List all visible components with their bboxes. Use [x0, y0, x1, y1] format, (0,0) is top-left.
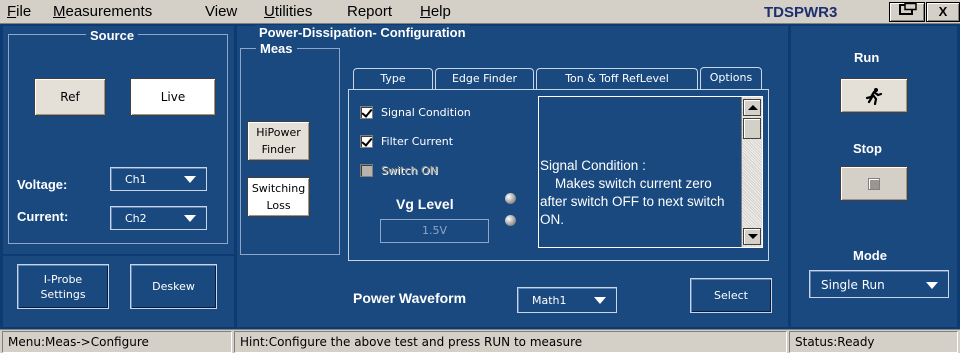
probe-panel: I-Probe Settings Deskew [3, 256, 234, 327]
menu-utilities-key: U [264, 3, 275, 20]
tab-options[interactable]: Options [700, 67, 762, 90]
live-button[interactable]: Live [130, 78, 216, 116]
current-label: Current: [17, 209, 69, 224]
power-waveform-value: Math1 [532, 294, 567, 307]
running-man-icon [865, 87, 883, 105]
vg-level-label: Vg Level [396, 196, 454, 212]
menu-help[interactable]: Help [420, 3, 451, 20]
status-hint: Hint:Configure the above test and press … [234, 331, 787, 353]
chevron-down-icon [594, 297, 606, 304]
tab-type[interactable]: Type [353, 68, 433, 89]
run-panel: Run Stop Mode Single Run [791, 26, 957, 327]
filter-current-checkbox[interactable] [360, 135, 373, 148]
menu-utilities-rest: tilities [274, 3, 313, 20]
menu-report[interactable]: Report [347, 3, 392, 20]
select-button[interactable]: Select [690, 278, 772, 313]
source-panel: Source Ref Live Voltage: Ch1 Current: Ch… [3, 26, 234, 254]
arrow-down-icon [748, 234, 758, 239]
signal-condition-checkbox[interactable] [360, 106, 373, 119]
current-dropdown[interactable]: Ch2 [110, 206, 207, 230]
chevron-down-icon [184, 176, 196, 183]
mode-title: Mode [853, 248, 887, 263]
description-text: Signal Condition : Makes switch current … [540, 158, 725, 227]
source-title: Source [86, 28, 139, 43]
menu-view-label: View [205, 3, 238, 20]
voltage-label: Voltage: [17, 177, 68, 192]
knob-icon [505, 215, 516, 226]
switching-loss-button[interactable]: Switching Loss [247, 177, 310, 217]
menu-bar: File Measurements View Utilities Report … [0, 0, 960, 24]
menu-measurements[interactable]: Measurements [53, 3, 152, 20]
close-button[interactable]: X [926, 2, 960, 22]
menu-help-rest: elp [430, 3, 451, 20]
voltage-value: Ch1 [125, 173, 147, 186]
filter-current-label: Filter Current [381, 135, 454, 148]
mode-value: Single Run [821, 278, 885, 292]
scroll-up-button[interactable] [743, 99, 761, 116]
menu-utilities[interactable]: Utilities [264, 3, 312, 20]
hipower-finder-button[interactable]: HiPower Finder [247, 121, 310, 161]
voltage-dropdown[interactable]: Ch1 [110, 167, 207, 191]
chevron-down-icon [184, 215, 196, 222]
scroll-down-button[interactable] [743, 228, 761, 245]
check-icon [361, 106, 373, 118]
switch-on-label: Switch ON [381, 164, 438, 177]
mode-dropdown[interactable]: Single Run [809, 270, 949, 298]
ref-button[interactable]: Ref [34, 78, 106, 116]
menu-file-key: F [7, 3, 17, 20]
switch-on-checkbox[interactable] [360, 164, 373, 177]
stop-icon [868, 177, 880, 190]
stop-button[interactable] [840, 166, 908, 201]
meas-title: Meas [256, 41, 297, 56]
menu-measurements-rest: easurements [65, 3, 153, 20]
check-icon [361, 135, 373, 147]
vg-level-input[interactable]: 1.5V [380, 219, 489, 243]
menu-file-rest: ile [16, 3, 32, 20]
options-tab-body: Signal Condition Filter Current Switch O… [348, 89, 769, 261]
config-panel: Power-Dissipation- Configuration Meas Hi… [237, 25, 788, 327]
tab-ton-toff-reflevel[interactable]: Ton & Toff RefLevel [536, 68, 698, 89]
current-value: Ch2 [125, 212, 147, 225]
config-title: Power-Dissipation- Configuration [255, 25, 470, 40]
menu-view[interactable]: View [205, 3, 237, 20]
status-menu-path: Menu:Meas->Configure [2, 331, 232, 353]
app-title: TDSPWR3 [764, 4, 838, 21]
status-bar: Menu:Meas->Configure Hint:Configure the … [0, 329, 960, 353]
signal-condition-label: Signal Condition [381, 106, 471, 119]
restore-button[interactable] [889, 2, 925, 22]
restore-icon [899, 2, 917, 15]
menu-help-key: H [420, 3, 431, 20]
menu-file[interactable]: File [7, 3, 31, 20]
knob-icon [505, 193, 516, 204]
menu-report-label: Report [347, 3, 393, 20]
main-panel: Source Ref Live Voltage: Ch1 Current: Ch… [0, 24, 960, 329]
run-button[interactable] [840, 78, 908, 113]
stop-title: Stop [853, 141, 882, 156]
power-waveform-label: Power Waveform [353, 290, 467, 306]
menu-measurements-key: M [53, 3, 66, 20]
tab-edge-finder[interactable]: Edge Finder [435, 68, 534, 89]
iprobe-settings-button[interactable]: I-Probe Settings [17, 264, 109, 309]
chevron-down-icon [926, 282, 938, 289]
description-scrollbar[interactable] [741, 97, 762, 247]
run-title: Run [854, 50, 880, 65]
scroll-thumb[interactable] [743, 118, 761, 139]
description-box: Signal Condition : Makes switch current … [538, 96, 763, 248]
arrow-up-icon [748, 105, 758, 110]
deskew-button[interactable]: Deskew [130, 264, 217, 309]
status-state: Status:Ready [789, 331, 958, 353]
power-waveform-dropdown[interactable]: Math1 [517, 287, 617, 313]
